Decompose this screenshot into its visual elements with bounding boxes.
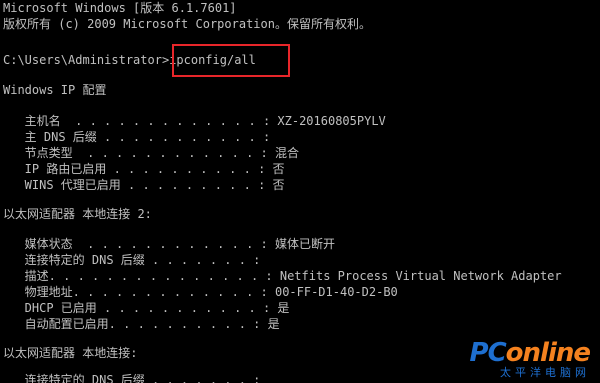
connection-dns-suffix-line: 连接特定的 DNS 后缀 . . . . . . . : (3, 253, 261, 267)
command-highlight-box (172, 44, 290, 77)
pconline-watermark: PConline 太平洋电脑网 (469, 338, 591, 379)
node-type-line: 节点类型 . . . . . . . . . . . . : 混合 (3, 146, 299, 160)
adapter-2-header: 以太网适配器 本地连接 2: (3, 207, 152, 221)
pconline-logo: PConline (469, 338, 591, 368)
physical-address-line: 物理地址. . . . . . . . . . . . . : 00-FF-D1… (3, 285, 398, 299)
host-name-line: 主机名 . . . . . . . . . . . . . : XZ-20160… (3, 114, 386, 128)
primary-dns-suffix-line: 主 DNS 后缀 . . . . . . . . . . . : (3, 130, 271, 144)
ip-routing-line: IP 路由已启用 . . . . . . . . . . : 否 (3, 162, 285, 176)
command-prompt-window[interactable]: Microsoft Windows [版本 6.1.7601] 版权所有 (c)… (0, 0, 600, 383)
connection-dns-suffix-line-2: 连接特定的 DNS 后缀 . . . . . . . : (3, 373, 261, 383)
section-windows-ip: Windows IP 配置 (3, 83, 107, 97)
autoconfig-enabled-line: 自动配置已启用. . . . . . . . . . : 是 (3, 317, 280, 331)
wins-proxy-line: WINS 代理已启用 . . . . . . . . . : 否 (3, 178, 285, 192)
logo-pc-text: PC (469, 338, 507, 368)
adapter-header: 以太网适配器 本地连接: (3, 346, 138, 360)
version-line: Microsoft Windows [版本 6.1.7601] (3, 1, 237, 15)
watermark-subtitle: 太平洋电脑网 (500, 366, 590, 379)
logo-online-text: online (505, 338, 591, 368)
media-state-line: 媒体状态 . . . . . . . . . . . . : 媒体已断开 (3, 237, 335, 251)
description-line: 描述. . . . . . . . . . . . . . . : Netfit… (3, 269, 562, 283)
dhcp-enabled-line: DHCP 已启用 . . . . . . . . . . . : 是 (3, 301, 290, 315)
copyright-line: 版权所有 (c) 2009 Microsoft Corporation。保留所有… (3, 17, 371, 31)
prompt-path: C:\Users\Administrator> (3, 53, 170, 67)
